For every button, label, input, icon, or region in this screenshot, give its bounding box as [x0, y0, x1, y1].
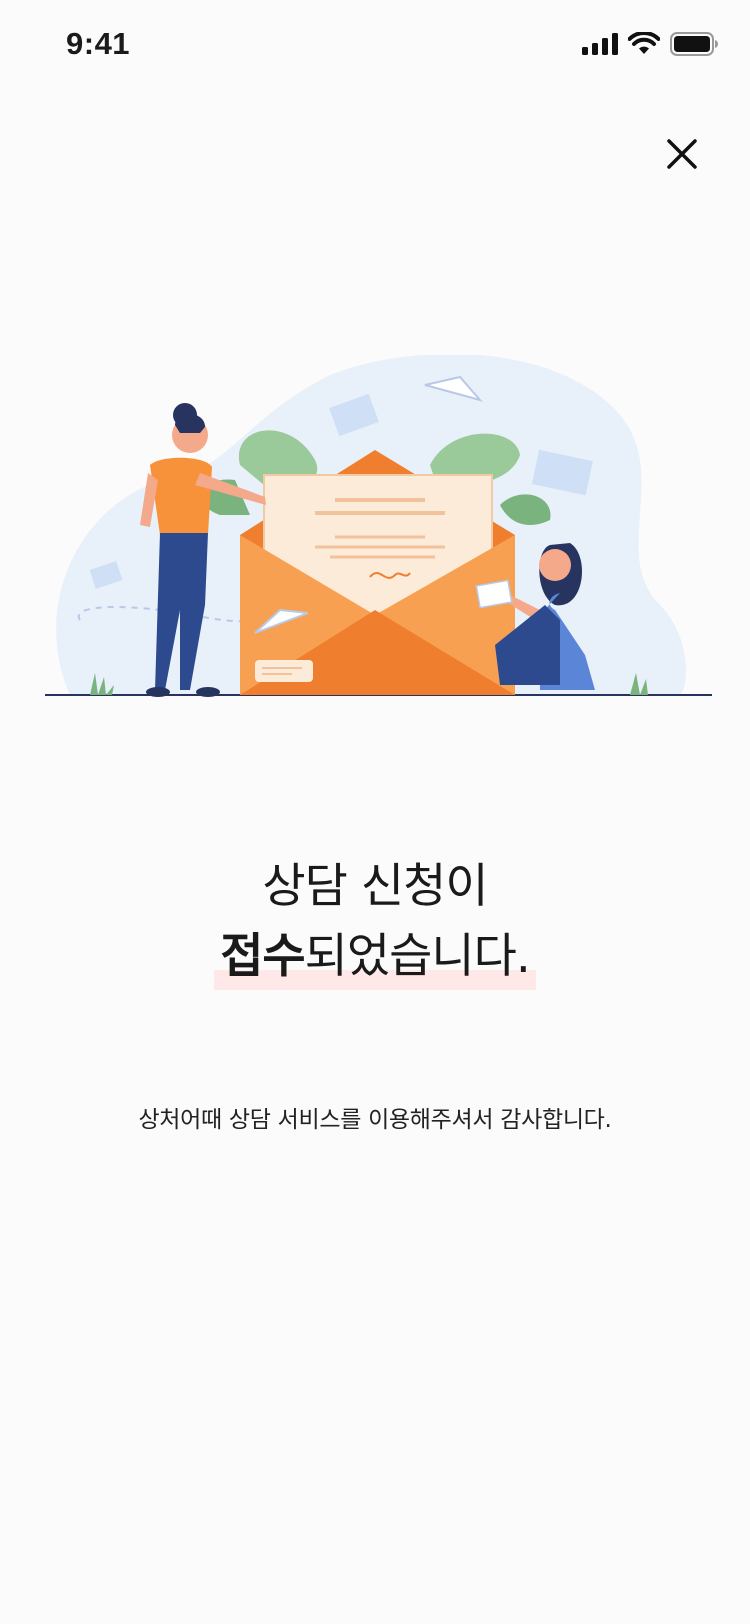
- thank-you-message: 상처어때 상담 서비스를 이용해주셔서 감사합니다.: [138, 1107, 612, 1133]
- note-card: [255, 660, 313, 682]
- title-line-1: 상담 신청이: [262, 859, 488, 914]
- held-paper: [475, 579, 513, 609]
- status-icons: [582, 32, 718, 56]
- signal-icon: [582, 33, 618, 55]
- illustration: [45, 355, 712, 697]
- status-bar: 9:41: [0, 0, 750, 94]
- confirmation-title: 상담 신청이 접수되었습니다.: [0, 852, 750, 992]
- title-rest-text: 되었습니다.: [304, 929, 531, 984]
- battery-icon: [670, 32, 718, 56]
- wifi-icon: [628, 32, 660, 54]
- title-strong-text: 접수: [220, 929, 305, 984]
- status-time: 9:41: [66, 26, 131, 61]
- title-line-2: 접수되었습니다.: [214, 922, 536, 992]
- close-icon: [667, 139, 697, 169]
- close-button[interactable]: [664, 136, 700, 172]
